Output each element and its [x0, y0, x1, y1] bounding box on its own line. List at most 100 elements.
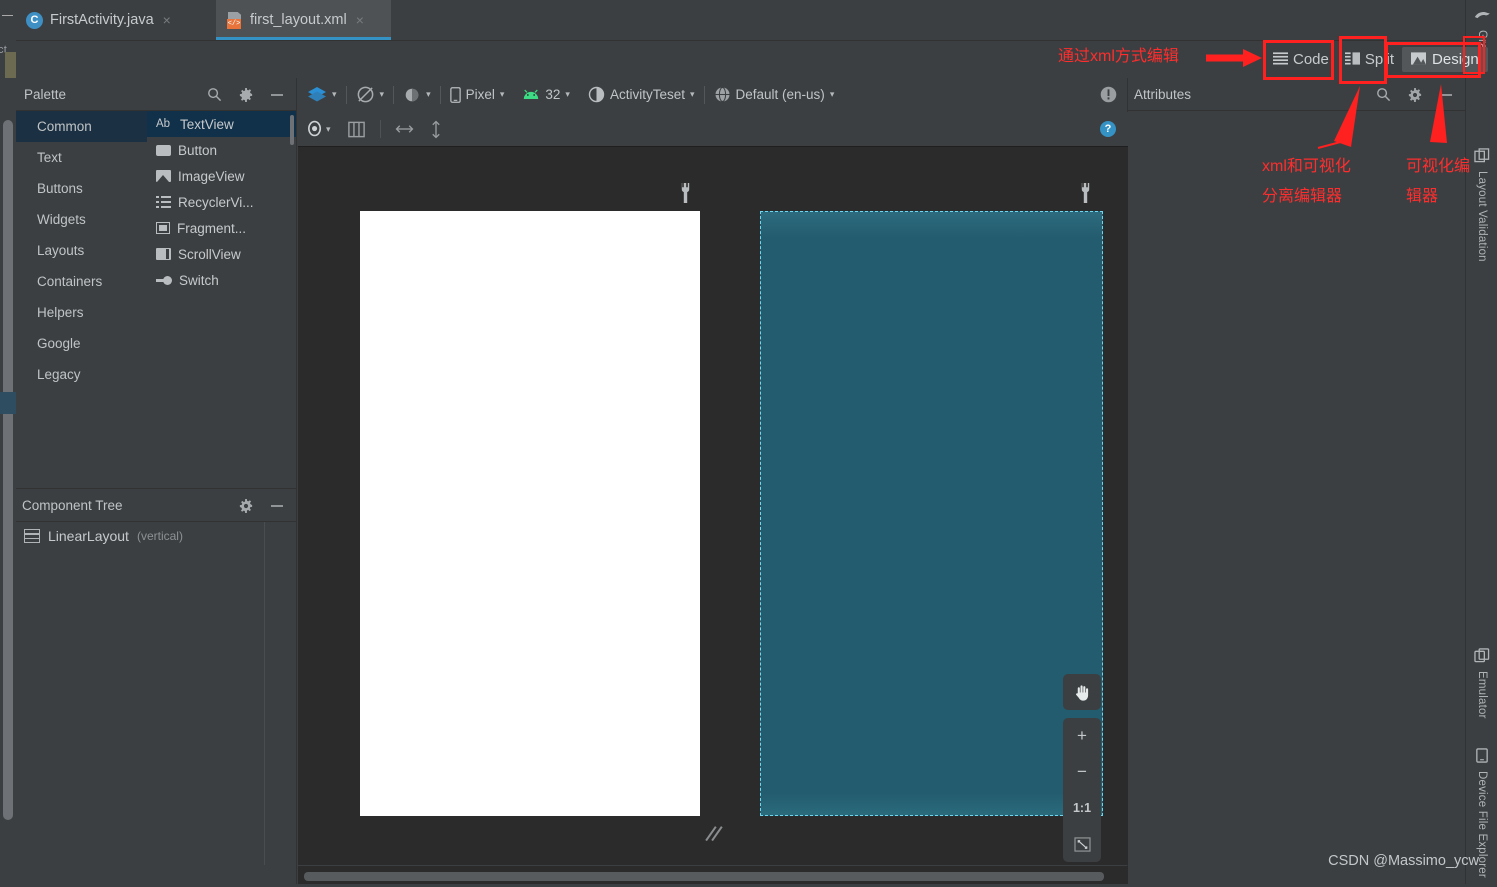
fit-height-icon[interactable]	[422, 112, 450, 146]
zoom-group: + − 1:1	[1063, 718, 1101, 862]
close-icon[interactable]: ×	[163, 12, 171, 28]
render-preview[interactable]	[360, 211, 700, 816]
palette-category-label: Text	[37, 150, 62, 165]
theme-selector[interactable]: ActivityTeset ▾	[579, 78, 704, 111]
zoom-in-button[interactable]: +	[1063, 718, 1101, 754]
pan-tool-button[interactable]	[1063, 674, 1101, 710]
switch-icon	[156, 275, 172, 285]
zoom-actual-size-button[interactable]: 1:1	[1063, 790, 1101, 826]
palette-item-label: ImageView	[178, 168, 245, 184]
palette-panel: Common Text Buttons Widgets Layouts Cont…	[16, 111, 296, 488]
palette-category-label: Google	[37, 336, 81, 351]
tab-first-activity-java[interactable]: C FirstActivity.java ×	[16, 0, 216, 40]
surface-horizontal-scrollbar[interactable]	[304, 872, 1104, 881]
component-tree-title: Component Tree	[22, 498, 123, 513]
palette-scrollbar[interactable]	[290, 115, 294, 145]
palette-category-helpers[interactable]: Helpers	[16, 297, 147, 328]
api-level-selector[interactable]: 32 ▾	[513, 78, 579, 111]
tab-label: FirstActivity.java	[50, 12, 154, 28]
palette-item-button[interactable]: Button	[147, 137, 296, 163]
api-level: 32	[545, 87, 561, 102]
palette-item-imageview[interactable]: ImageView	[147, 163, 296, 189]
rail-label: Emulator	[1476, 671, 1488, 719]
search-icon[interactable]	[1376, 87, 1391, 102]
palette-category-buttons[interactable]: Buttons	[16, 173, 147, 204]
annotation-split-editor-line1: xml和可视化	[1262, 158, 1351, 175]
locale-selector[interactable]: Default (en-us) ▾	[705, 78, 844, 111]
palette-category-containers[interactable]: Containers	[16, 266, 147, 297]
gear-icon[interactable]	[239, 87, 253, 102]
attributes-header-divider	[1128, 110, 1465, 111]
palette-item-fragment[interactable]: Fragment...	[147, 215, 296, 241]
palette-surface-divider[interactable]	[296, 78, 297, 887]
eye-visibility-icon[interactable]: ▾	[298, 112, 339, 146]
list-icon	[156, 196, 171, 208]
theme-icon[interactable]: ▾	[394, 78, 440, 111]
fit-width-icon[interactable]	[387, 112, 422, 146]
zoom-to-fit-button[interactable]	[1063, 826, 1101, 862]
surface-resize-handle[interactable]	[705, 825, 728, 847]
device-file-explorer-icon	[1475, 748, 1489, 766]
palette-item-label: Button	[178, 142, 218, 158]
palette-title: Palette	[24, 87, 67, 102]
minimize-icon[interactable]	[270, 89, 284, 101]
device-selector[interactable]: Pixel ▾	[441, 78, 514, 111]
annotation-box-rail	[1463, 36, 1485, 74]
palette-category-legacy[interactable]: Legacy	[16, 359, 147, 390]
rail-item-emulator[interactable]: Emulator	[1466, 648, 1497, 719]
component-tree-header: Component Tree	[16, 489, 296, 522]
annotation-visual-editor-line1: 可视化编	[1406, 158, 1471, 175]
palette-header: Palette	[16, 78, 296, 111]
annotation-visual-editor-line2: 辑器	[1406, 188, 1439, 205]
left-selection-marker	[0, 392, 16, 414]
design-surface[interactable]: + − 1:1	[298, 147, 1128, 865]
linear-layout-icon	[24, 529, 40, 543]
palette-category-google[interactable]: Google	[16, 328, 147, 359]
palette-category-label: Containers	[37, 274, 103, 289]
palette-category-text[interactable]: Text	[16, 142, 147, 173]
close-icon[interactable]: ×	[356, 12, 364, 28]
tab-first-layout-xml[interactable]: </> first_layout.xml ×	[216, 0, 391, 40]
palette-category-label: Widgets	[37, 212, 86, 227]
palette-item-list: Ab TextView Button ImageView RecyclerVi.…	[147, 111, 296, 488]
blueprint-columns-icon[interactable]	[339, 112, 374, 146]
java-class-icon: C	[26, 11, 43, 29]
left-scrollbar[interactable]	[3, 120, 13, 820]
palette-category-common[interactable]: Common	[16, 111, 147, 142]
pan-group	[1063, 674, 1101, 710]
help-icon[interactable]: ?	[1100, 121, 1116, 137]
rail-label: Layout Validation	[1476, 171, 1488, 262]
minimize-icon[interactable]	[2, 15, 13, 16]
wrench-icon[interactable]	[678, 183, 692, 203]
palette-category-widgets[interactable]: Widgets	[16, 204, 147, 235]
annotation-split-editor-line2: 分离编辑器	[1262, 188, 1343, 205]
tree-node-linearlayout[interactable]: LinearLayout (vertical)	[16, 522, 296, 550]
wrench-icon[interactable]	[1078, 183, 1092, 203]
zoom-out-button[interactable]: −	[1063, 754, 1101, 790]
android-studio-window: ct C FirstActivity.java × </> first_layo…	[0, 0, 1497, 887]
palette-item-textview[interactable]: Ab TextView	[147, 111, 296, 137]
palette-item-recyclerview[interactable]: RecyclerVi...	[147, 189, 296, 215]
palette-item-scrollview[interactable]: ScrollView	[147, 241, 296, 267]
watermark: CSDN @Massimo_ycw	[1328, 853, 1479, 869]
gear-icon[interactable]	[1408, 87, 1422, 102]
palette-category-layouts[interactable]: Layouts	[16, 235, 147, 266]
android-xml-icon: </>	[226, 11, 243, 29]
scrollview-icon	[156, 248, 171, 260]
design-mode-icon[interactable]: ▾	[298, 78, 346, 111]
search-icon[interactable]	[207, 87, 222, 102]
device-name: Pixel	[465, 87, 495, 102]
rail-item-layout-validation[interactable]: Layout Validation	[1466, 148, 1497, 262]
palette-category-label: Common	[37, 119, 92, 134]
gear-icon[interactable]	[239, 498, 253, 513]
blueprint-preview[interactable]	[760, 211, 1103, 816]
minimize-icon[interactable]	[270, 500, 284, 512]
minimize-icon[interactable]	[1439, 89, 1453, 101]
button-icon	[156, 144, 171, 156]
attributes-title: Attributes	[1134, 87, 1192, 102]
blueprint-top-gradient	[761, 212, 1102, 238]
warning-icon[interactable]	[1090, 78, 1128, 111]
palette-item-switch[interactable]: Switch	[147, 267, 296, 293]
orientation-icon[interactable]: ▾	[347, 78, 394, 111]
component-tree-column-divider	[264, 522, 265, 865]
